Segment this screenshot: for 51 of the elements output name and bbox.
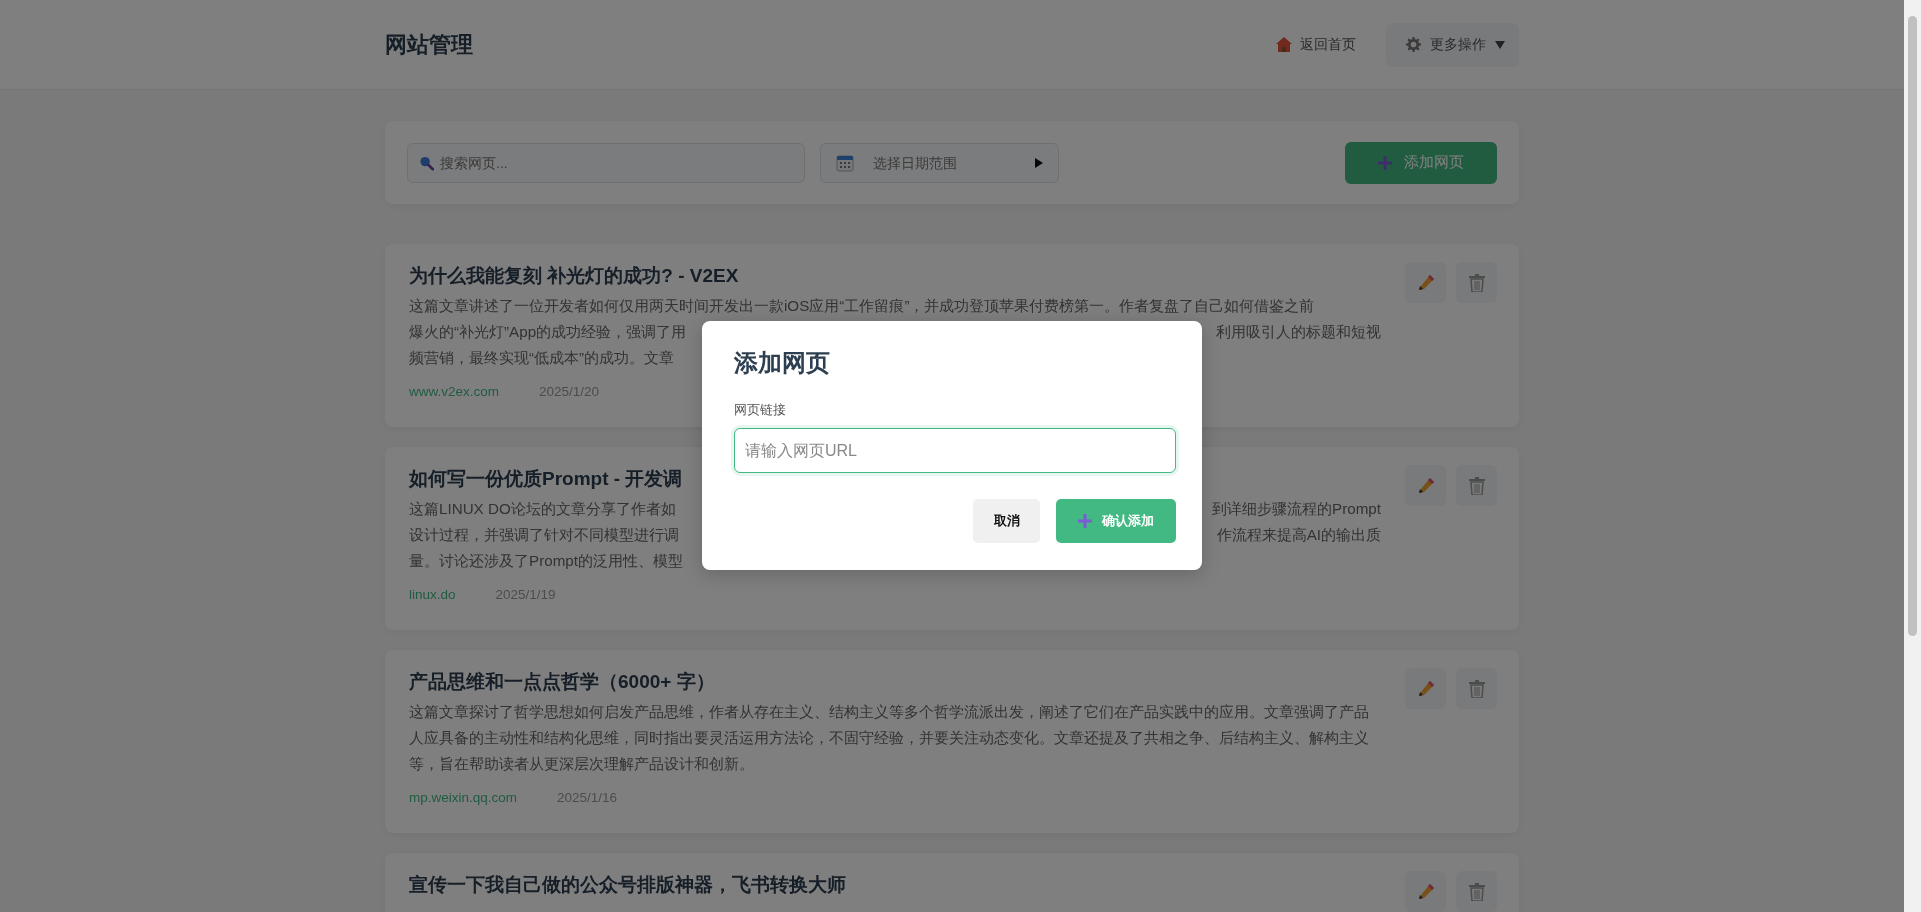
date-range-field[interactable]: 选择日期范围	[820, 142, 1059, 183]
add-page-button[interactable]: 添加网页	[1345, 141, 1497, 184]
scrollbar-thumb[interactable]	[1908, 16, 1917, 636]
trash-icon	[1468, 476, 1485, 495]
trash-icon	[1468, 679, 1485, 698]
delete-button[interactable]	[1456, 262, 1497, 303]
description-text: 到详细步骤流程的Prompt	[1212, 499, 1381, 519]
edit-button[interactable]	[1405, 668, 1446, 709]
description-text: 设计过程，并强调了针对不同模型进行调	[409, 525, 679, 545]
delete-button[interactable]	[1456, 871, 1497, 912]
caret-icon	[1495, 40, 1505, 49]
plus-icon	[1378, 155, 1392, 170]
description-text: 量。讨论还涉及了Prompt的泛用性、模型	[409, 551, 683, 571]
field-label: 网页链接	[734, 402, 786, 419]
search-icon	[419, 155, 434, 170]
url-input-field[interactable]: 请输入网页URL	[734, 428, 1176, 473]
settings-icon	[1406, 37, 1421, 52]
more-actions-button[interactable]: 更多操作	[1386, 22, 1519, 67]
cancel-button[interactable]: 取消	[973, 499, 1040, 543]
domain-link[interactable]: www.v2ex.com	[409, 384, 500, 399]
trash-icon	[1468, 882, 1485, 901]
edit-button[interactable]	[1405, 871, 1446, 912]
domain-link[interactable]: mp.weixin.qq.com	[409, 790, 518, 805]
description-text: 这篇LINUX DO论坛的文章分享了作者如	[409, 499, 676, 519]
description-text: 作流程来提高AI的输出质	[1216, 525, 1381, 545]
description-text: 频营销，最终实现“低成本”的成功。文章	[409, 348, 675, 368]
delete-button[interactable]	[1456, 668, 1497, 709]
plus-icon	[1078, 514, 1092, 528]
edit-button[interactable]	[1405, 262, 1446, 303]
domain-link[interactable]: linux.do	[409, 587, 456, 602]
article-title[interactable]: 产品思维和一点点哲学（6000+ 字）	[409, 667, 1385, 697]
home-link[interactable]: 返回首页	[1276, 35, 1356, 54]
edit-button[interactable]	[1405, 465, 1446, 506]
pencil-icon	[1416, 273, 1435, 292]
pencil-icon	[1416, 882, 1435, 901]
description-text: 爆火的“补光灯”App的成功经验，强调了用	[409, 322, 687, 342]
description-text: 这篇文章讲述了一位开发者如何仅用两天时间开发出一款iOS应用“工作留痕”，并成功登顶苹果付费榜第一。作者复盘了自己如何借鉴之前	[409, 296, 1315, 316]
calendar-icon	[836, 153, 854, 172]
search-field[interactable]: 搜索网页...	[407, 142, 805, 183]
trash-icon	[1468, 273, 1485, 292]
pencil-icon	[1416, 679, 1435, 698]
caret-icon	[1035, 157, 1043, 168]
site-title: 网站管理	[385, 30, 473, 59]
article-title[interactable]: 为什么我能复刻 补光灯的成功? - V2EX	[409, 261, 1385, 291]
confirm-add-button[interactable]: 确认添加	[1056, 499, 1176, 543]
pencil-icon	[1416, 476, 1435, 495]
description-text: 这篇文章探讨了哲学思想如何启发产品思维，作者从存在主义、结构主义等多个哲学流派出发，阐述了它们在产品实践中的应用。文章强调了产品人应具备的主动性和结构化思维，同时指出要灵活运用方法论，不固守经验，并要关注动态变化。文章还提及了共相之争、后结构主义、解构主义等，旨在帮助读者从更深层次理解产品设计和创新。	[409, 702, 1370, 774]
delete-button[interactable]	[1456, 465, 1497, 506]
house-icon	[1276, 37, 1292, 52]
description-text: 利用吸引人的标题和短视	[1216, 322, 1381, 342]
modal-title: 添加网页	[734, 348, 830, 378]
